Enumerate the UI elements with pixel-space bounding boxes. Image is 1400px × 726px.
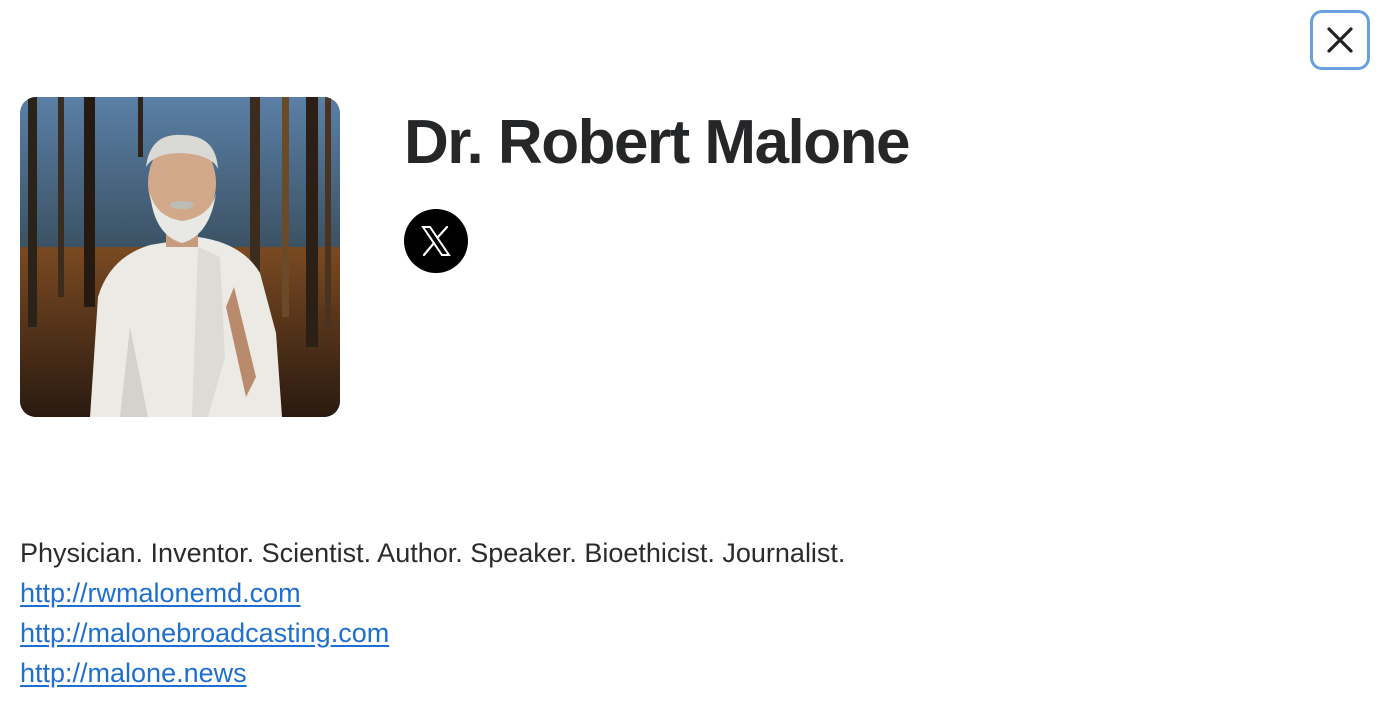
bio-text: Physician. Inventor. Scientist. Author. … bbox=[20, 538, 846, 568]
avatar bbox=[20, 97, 340, 417]
profile-header: Dr. Robert Malone bbox=[404, 108, 911, 273]
bio-link-malone-news[interactable]: http://malone.news bbox=[20, 653, 845, 693]
bio-link-rwmalonemd[interactable]: http://rwmalonemd.com bbox=[20, 573, 845, 613]
close-icon bbox=[1327, 27, 1353, 53]
close-button[interactable] bbox=[1310, 10, 1370, 70]
x-social-link[interactable] bbox=[404, 209, 468, 273]
profile-modal: Dr. Robert Malone Physician. Inventor. S… bbox=[0, 0, 1400, 726]
profile-name: Dr. Robert Malone bbox=[404, 108, 911, 177]
bio-section: Physician. Inventor. Scientist. Author. … bbox=[20, 533, 845, 693]
x-logo-icon bbox=[421, 225, 451, 257]
bio-link-malonebroadcasting[interactable]: http://malonebroadcasting.com bbox=[20, 613, 845, 653]
